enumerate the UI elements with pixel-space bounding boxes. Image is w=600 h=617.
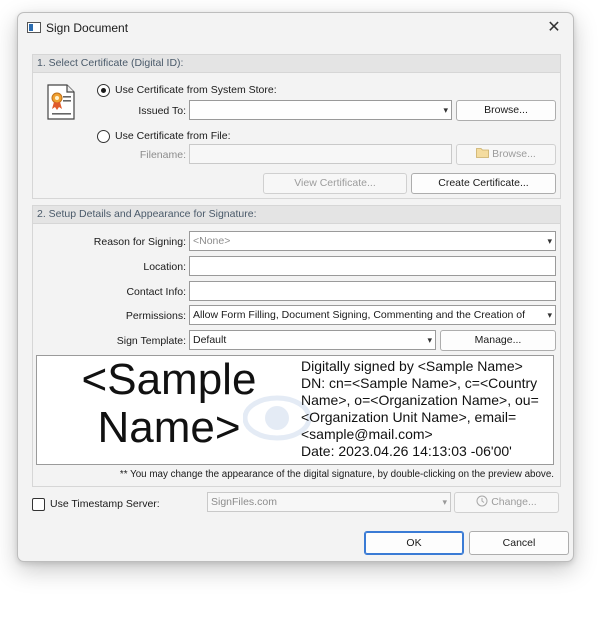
change-label: Change... (491, 496, 537, 508)
browse-button[interactable]: Browse... (456, 100, 556, 121)
sign-document-dialog: Sign Document ✕ 1. Select Certificate (D… (17, 12, 574, 562)
browse-file-button[interactable]: Browse... (456, 144, 556, 165)
template-combobox[interactable]: Default ▾ (189, 330, 436, 350)
folder-icon (476, 148, 490, 158)
window-icon (27, 22, 41, 33)
template-label: Sign Template: (116, 335, 186, 347)
template-value: Default (193, 334, 227, 346)
close-button[interactable]: ✕ (543, 18, 565, 38)
permissions-combobox[interactable]: Allow Form Filling, Document Signing, Co… (189, 305, 556, 325)
chevron-down-icon: ▾ (545, 306, 552, 324)
chevron-down-icon: ▾ (443, 105, 448, 115)
appearance-note: ** You may change the appearance of the … (119, 469, 554, 480)
reason-value: <None> (193, 235, 231, 247)
browse-file-label: Browse... (492, 148, 536, 160)
chevron-down-icon: ▾ (442, 497, 447, 507)
location-label: Location: (143, 261, 186, 273)
clock-icon (476, 495, 488, 507)
filename-label: Filename: (139, 149, 186, 161)
contact-label: Contact Info: (126, 286, 186, 298)
certificate-icon (47, 84, 75, 120)
view-certificate-button[interactable]: View Certificate... (263, 173, 407, 194)
preview-signer-name: <Sample Name> (81, 355, 257, 452)
filename-field[interactable] (189, 144, 452, 164)
location-field[interactable] (189, 256, 556, 276)
permissions-label: Permissions: (125, 310, 186, 322)
reason-combobox[interactable]: <None> ▾ (189, 231, 556, 251)
chevron-down-icon: ▾ (547, 236, 552, 246)
timestamp-server-combobox[interactable]: SignFiles.com ▾ (207, 492, 451, 512)
issued-to-label: Issued To: (138, 105, 186, 117)
chevron-down-icon: ▾ (427, 335, 432, 345)
signature-preview[interactable]: <Sample Name> Digitally signed by <Sampl… (36, 355, 554, 465)
timestamp-server-value: SignFiles.com (211, 496, 277, 508)
system-store-label: Use Certificate from System Store: (115, 84, 277, 96)
change-button[interactable]: Change... (454, 492, 559, 513)
dialog-title: Sign Document (46, 21, 129, 35)
reason-label: Reason for Signing: (93, 236, 186, 248)
preview-signature-details: Digitally signed by <Sample Name> DN: cn… (301, 358, 539, 459)
file-label: Use Certificate from File: (115, 130, 231, 142)
manage-button[interactable]: Manage... (440, 330, 556, 351)
create-certificate-button[interactable]: Create Certificate... (411, 173, 556, 194)
permissions-value: Allow Form Filling, Document Signing, Co… (193, 309, 526, 321)
timestamp-label: Use Timestamp Server: (50, 498, 160, 510)
contact-field[interactable] (189, 281, 556, 301)
file-radio[interactable] (97, 130, 110, 143)
system-store-radio[interactable] (97, 84, 110, 97)
issued-to-combobox[interactable]: ▾ (189, 100, 452, 120)
details-group-header: 2. Setup Details and Appearance for Sign… (33, 206, 560, 224)
cancel-button[interactable]: Cancel (469, 531, 569, 555)
certificate-group-header: 1. Select Certificate (Digital ID): (33, 55, 560, 73)
title-bar: Sign Document ✕ (18, 13, 573, 43)
timestamp-checkbox[interactable] (32, 498, 45, 511)
ok-button[interactable]: OK (364, 531, 464, 555)
